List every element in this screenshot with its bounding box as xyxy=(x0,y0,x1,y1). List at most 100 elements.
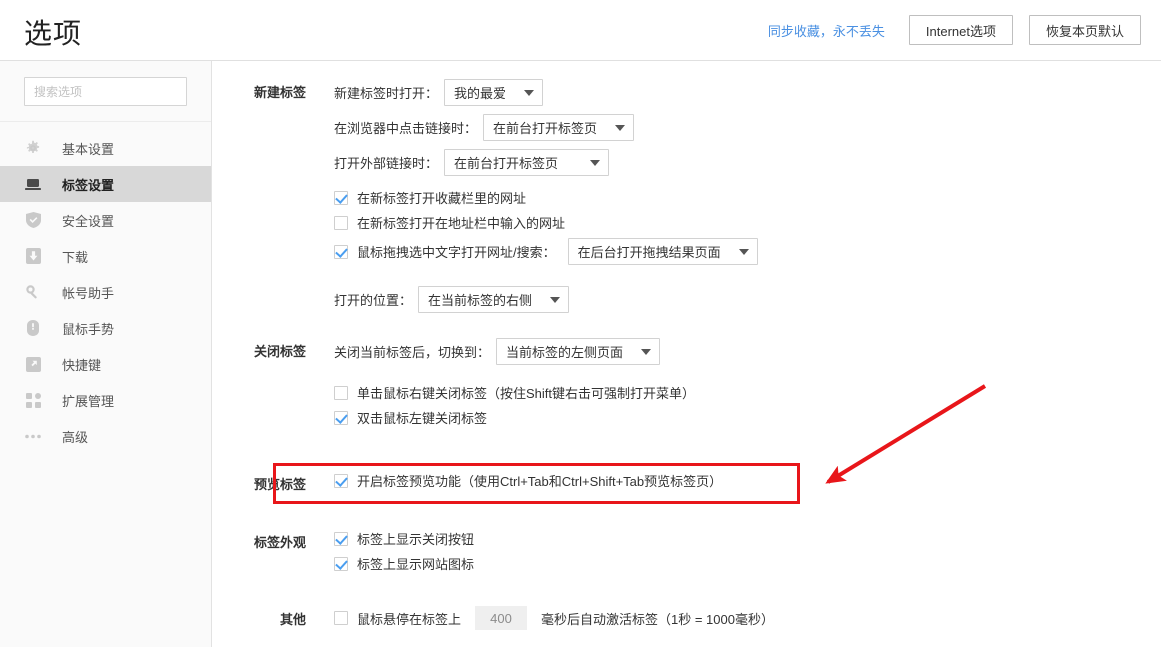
sidebar-item-label: 鼠标手势 xyxy=(62,321,115,337)
search-input[interactable] xyxy=(24,77,187,106)
checkbox-bookmark-bar[interactable] xyxy=(334,190,348,205)
key-icon xyxy=(24,283,42,301)
checkbox-drag-text[interactable] xyxy=(334,244,348,259)
click-link-select[interactable]: 在前台打开标签页 xyxy=(483,114,635,141)
section-label-preview-tab: 预览标签 xyxy=(253,477,306,492)
open-on-new-tab-select[interactable]: 我的最爱 xyxy=(444,79,544,106)
hover-delay-suffix: 毫秒后自动激活标签（1秒 = 1000毫秒） xyxy=(541,611,774,627)
section-other: 其他 鼠标悬停在标签上 毫秒后自动激活标签（1秒 = 1000毫秒） xyxy=(212,606,774,636)
checkbox-label: 鼠标拖拽选中文字打开网址/搜索： xyxy=(357,245,556,260)
section-new-tab: 新建标签 新建标签时打开： 我的最爱 在浏览器中点击链接时： 在前台打开标签页 xyxy=(212,79,758,321)
select-value: 在后台打开拖拽结果页面 xyxy=(577,245,721,260)
checkbox-label: 单击鼠标右键关闭标签（按住Shift键右击可强制打开菜单） xyxy=(357,386,696,401)
shield-check-icon xyxy=(24,211,42,229)
sidebar-item-label: 帐号助手 xyxy=(62,285,115,301)
mouse-icon xyxy=(24,319,42,337)
sidebar-item-label: 下载 xyxy=(62,249,89,265)
sidebar-item-label: 高级 xyxy=(62,429,89,445)
grid-icon xyxy=(24,391,42,409)
checkbox-label: 标签上显示网站图标 xyxy=(357,557,475,572)
section-label-new-tab: 新建标签 xyxy=(253,85,306,100)
gear-icon xyxy=(24,139,42,157)
row-cb-drag-text: 鼠标拖拽选中文字打开网址/搜索： 在后台打开拖拽结果页面 xyxy=(334,238,758,265)
checkbox-double-click-close[interactable] xyxy=(334,410,348,425)
sidebar-item-mouse-gesture[interactable]: 鼠标手势 xyxy=(0,310,211,346)
section-label-close-tab: 关闭标签 xyxy=(253,344,306,359)
checkbox-show-close-button[interactable] xyxy=(334,531,348,546)
switch-to-label: 关闭当前标签后，切换到： xyxy=(334,345,491,360)
select-value: 当前标签的左侧页面 xyxy=(506,345,624,360)
ellipsis-icon xyxy=(24,427,42,445)
header-actions: 同步收藏，永不丢失 Internet选项 恢复本页默认 xyxy=(768,15,1141,45)
sidebar-item-tab-settings[interactable]: 标签设置 xyxy=(0,166,211,202)
hover-delay-input[interactable] xyxy=(475,606,528,630)
checkbox-label: 双击鼠标左键关闭标签 xyxy=(357,411,488,426)
sidebar-item-shortcuts[interactable]: 快捷键 xyxy=(0,346,211,382)
select-value: 在前台打开标签页 xyxy=(493,121,598,136)
external-link-select[interactable]: 在前台打开标签页 xyxy=(444,149,610,176)
sync-favorites-link[interactable]: 同步收藏，永不丢失 xyxy=(768,21,885,40)
open-on-new-tab-label: 新建标签时打开： xyxy=(334,86,439,101)
checkbox-label: 鼠标悬停在标签上 xyxy=(357,611,462,627)
select-value: 我的最爱 xyxy=(454,86,507,101)
checkbox-label: 开启标签预览功能（使用Ctrl+Tab和Ctrl+Shift+Tab预览标签页） xyxy=(357,474,723,489)
sidebar-item-extension-manager[interactable]: 扩展管理 xyxy=(0,382,211,418)
arrow-expand-icon xyxy=(24,355,42,373)
checkbox-enable-preview[interactable] xyxy=(334,473,348,488)
row-cb-bookmark-bar: 在新标签打开收藏栏里的网址 xyxy=(334,188,758,207)
body-wrapper: 基本设置 标签设置 安全设置 下载 xyxy=(0,61,1161,647)
section-body-other: 鼠标悬停在标签上 毫秒后自动激活标签（1秒 = 1000毫秒） xyxy=(334,606,774,636)
sidebar-item-account-assistant[interactable]: 帐号助手 xyxy=(0,274,211,310)
open-position-label: 打开的位置： xyxy=(334,293,413,308)
select-value: 在当前标签的右侧 xyxy=(428,293,533,308)
sidebar-nav: 基本设置 标签设置 安全设置 下载 帐号助手 鼠标手势 快捷键 扩展管理 高级 xyxy=(0,122,211,454)
checkbox-show-favicon[interactable] xyxy=(334,556,348,571)
page-title: 选项 xyxy=(24,18,83,49)
row-cb-show-favicon: 标签上显示网站图标 xyxy=(334,554,474,573)
section-body-tab-appearance: 标签上显示关闭按钮 标签上显示网站图标 xyxy=(334,529,474,579)
row-switch-to: 关闭当前标签后，切换到： 当前标签的左侧页面 xyxy=(334,338,695,365)
section-body-new-tab: 新建标签时打开： 我的最爱 在浏览器中点击链接时： 在前台打开标签页 打开外部链… xyxy=(334,79,758,321)
drag-text-select[interactable]: 在后台打开拖拽结果页面 xyxy=(567,238,758,265)
row-cb-show-close-button: 标签上显示关闭按钮 xyxy=(334,529,474,548)
sidebar-item-label: 快捷键 xyxy=(62,357,102,373)
checkbox-label: 在新标签打开在地址栏中输入的网址 xyxy=(357,216,566,231)
checkbox-right-click-close[interactable] xyxy=(334,385,348,400)
sidebar-item-label: 安全设置 xyxy=(62,213,115,229)
click-link-label: 在浏览器中点击链接时： xyxy=(334,121,478,136)
search-container xyxy=(0,61,211,122)
sidebar-item-label: 标签设置 xyxy=(62,177,115,193)
chevron-down-icon xyxy=(615,124,626,131)
row-cb-right-click-close: 单击鼠标右键关闭标签（按住Shift键右击可强制打开菜单） xyxy=(334,383,695,402)
download-icon xyxy=(24,247,42,265)
open-position-select[interactable]: 在当前标签的右侧 xyxy=(418,286,570,313)
row-cb-double-click-close: 双击鼠标左键关闭标签 xyxy=(334,408,695,427)
section-label-other: 其他 xyxy=(279,612,306,627)
checkbox-address-bar[interactable] xyxy=(334,215,348,230)
checkbox-label: 标签上显示关闭按钮 xyxy=(357,532,475,547)
section-label-tab-appearance: 标签外观 xyxy=(253,535,306,550)
restore-defaults-button[interactable]: 恢复本页默认 xyxy=(1028,15,1141,45)
sidebar-item-security-settings[interactable]: 安全设置 xyxy=(0,202,211,238)
row-cb-hover-activate: 鼠标悬停在标签上 毫秒后自动激活标签（1秒 = 1000毫秒） xyxy=(334,606,774,630)
sidebar-item-label: 基本设置 xyxy=(62,141,115,157)
chevron-down-icon xyxy=(550,296,561,303)
chevron-down-icon xyxy=(590,159,601,166)
checkbox-hover-activate[interactable] xyxy=(334,611,348,625)
switch-to-select[interactable]: 当前标签的左侧页面 xyxy=(496,338,661,365)
section-close-tab: 关闭标签 关闭当前标签后，切换到： 当前标签的左侧页面 单击鼠标右键关闭标签（按… xyxy=(212,338,695,433)
chevron-down-icon xyxy=(738,248,749,255)
select-value: 在前台打开标签页 xyxy=(454,156,559,171)
section-body-preview-tab: 开启标签预览功能（使用Ctrl+Tab和Ctrl+Shift+Tab预览标签页） xyxy=(334,471,722,496)
chevron-down-icon xyxy=(641,348,652,355)
external-link-label: 打开外部链接时： xyxy=(334,156,439,171)
row-external-link: 打开外部链接时： 在前台打开标签页 xyxy=(334,149,758,176)
checkbox-label: 在新标签打开收藏栏里的网址 xyxy=(357,191,527,206)
section-preview-tab: 预览标签 开启标签预览功能（使用Ctrl+Tab和Ctrl+Shift+Tab预… xyxy=(212,471,722,496)
internet-options-button[interactable]: Internet选项 xyxy=(908,15,1013,45)
chevron-down-icon xyxy=(524,89,535,96)
sidebar-item-advanced[interactable]: 高级 xyxy=(0,418,211,454)
page-header: 选项 同步收藏，永不丢失 Internet选项 恢复本页默认 xyxy=(0,0,1161,61)
sidebar-item-basic-settings[interactable]: 基本设置 xyxy=(0,130,211,166)
sidebar-item-download[interactable]: 下载 xyxy=(0,238,211,274)
